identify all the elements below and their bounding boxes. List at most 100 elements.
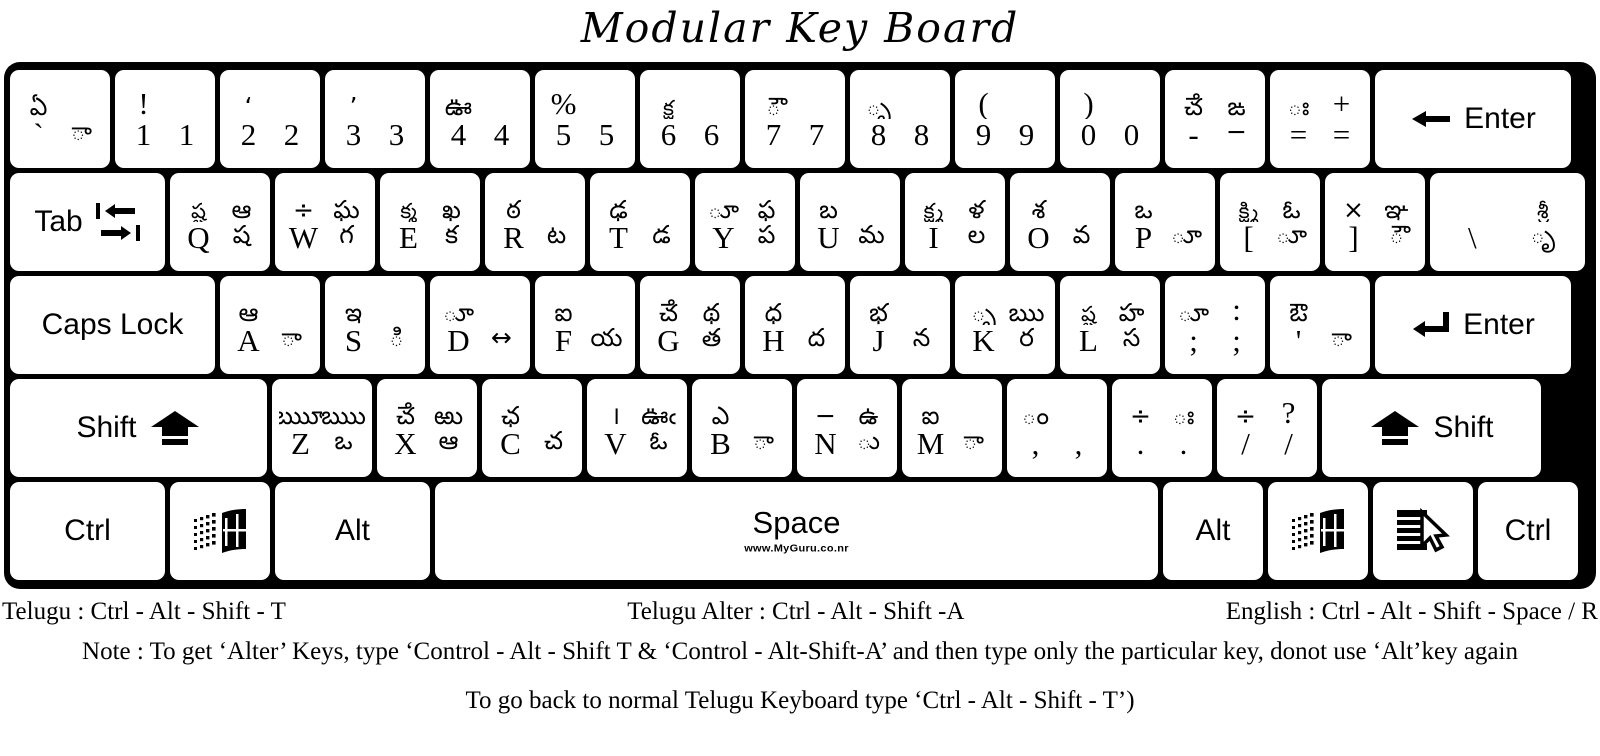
- key-backspace[interactable]: Enter: [1375, 70, 1571, 168]
- key-d-bl: D: [447, 325, 470, 358]
- key-y[interactable]: ూ ఫ Y ప: [695, 173, 795, 271]
- key-3-bl: 3: [345, 119, 362, 152]
- key-equals[interactable]: ః + = =: [1270, 70, 1370, 168]
- key-quote-bl: ': [1295, 325, 1302, 358]
- key-shift-right[interactable]: Shift: [1322, 379, 1541, 477]
- key-q-tr: ఆ: [231, 195, 252, 222]
- key-ctrl-right[interactable]: Ctrl: [1478, 482, 1578, 580]
- key-space[interactable]: Space www.MyGuru.co.nr: [435, 482, 1158, 580]
- key-a-bl: A: [237, 325, 260, 358]
- key-minus[interactable]: ౘ ఙ - −: [1165, 70, 1265, 168]
- key-p[interactable]: ఒ Pూ: [1115, 173, 1215, 271]
- key-n-tr: ఉ: [858, 401, 879, 428]
- key-enter[interactable]: Enter: [1375, 276, 1571, 374]
- key-c[interactable]: ఛCచ: [482, 379, 582, 477]
- key-comma[interactable]: ం,,: [1007, 379, 1107, 477]
- key-d-tl: ూ: [442, 298, 475, 325]
- shift-row: Shift ఋూ ఋు Z ఒ ౘ ఱు X ఆ ఛ C చ । ఊఁ V ఓ ఎ Bా − ఉ Nు ఐ Mాం,, ÷ః.…: [10, 379, 1590, 477]
- key-c-bl: C: [500, 428, 521, 461]
- key-9[interactable]: (9 9: [955, 70, 1055, 168]
- key-v[interactable]: । ఊఁ V ఓ: [587, 379, 687, 477]
- key-period[interactable]: ÷ః..: [1112, 379, 1212, 477]
- key-o[interactable]: శOవ: [1010, 173, 1110, 271]
- key-windows-right[interactable]: [1268, 482, 1368, 580]
- key-x[interactable]: ౘ ఱు X ఆ: [377, 379, 477, 477]
- key-tab[interactable]: Tab: [10, 173, 165, 271]
- key-m-tr: [952, 382, 995, 428]
- key-i[interactable]: క్ష్మ ళ I ల: [905, 173, 1005, 271]
- key-a[interactable]: ఆ Aా: [220, 276, 320, 374]
- key-3-br: 3: [388, 119, 405, 152]
- key-b[interactable]: ఎ Bా: [692, 379, 792, 477]
- key-1[interactable]: ! 1 1: [115, 70, 215, 168]
- shift-icon: [149, 409, 201, 447]
- key-e[interactable]: క్మ ఖ E క: [380, 173, 480, 271]
- key-shift-left[interactable]: Shift: [10, 379, 267, 477]
- key-windows-left[interactable]: [170, 482, 270, 580]
- key-bracket-right[interactable]: × ఞ]ౌ: [1325, 173, 1425, 271]
- key-w[interactable]: ÷ ఘ W గ: [275, 173, 375, 271]
- key-caps-lock[interactable]: Caps Lock: [10, 276, 215, 374]
- key-7[interactable]: ౌ 7 7: [745, 70, 845, 168]
- key-l[interactable]: ష్ట హ L స: [1060, 276, 1160, 374]
- windows-icon: [1290, 507, 1346, 555]
- key-minus-tl: ౘ: [1183, 92, 1203, 119]
- key-t[interactable]: ఢTడ: [590, 173, 690, 271]
- windows-icon: [192, 507, 248, 555]
- key-quote[interactable]: ఔ 'ా: [1270, 276, 1370, 374]
- key-4[interactable]: ఊ44: [430, 70, 530, 168]
- key-period-tr: ః: [1172, 401, 1195, 428]
- key-2[interactable]: ‘2 2: [220, 70, 320, 168]
- key-bracket-left[interactable]: క్ష్మి ఓ [ూ: [1220, 173, 1320, 271]
- key-h[interactable]: ధHద: [745, 276, 845, 374]
- key-semicolon[interactable]: ూ:;;: [1165, 276, 1265, 374]
- key-z-br: ఒ: [334, 428, 353, 455]
- key-z[interactable]: ఋూ ఋు Z ఒ: [272, 379, 372, 477]
- key-minus-bl: -: [1188, 119, 1199, 152]
- key-ctrl-left[interactable]: Ctrl: [10, 482, 165, 580]
- footer-note: Note : To get ‘Alter’ Keys, type ‘Contro…: [82, 638, 1518, 665]
- key-menu[interactable]: [1373, 482, 1473, 580]
- key-slash[interactable]: ÷? / /: [1217, 379, 1317, 477]
- key-o-tl: శ: [1031, 195, 1046, 222]
- key-semicolon-br: ;: [1232, 325, 1241, 358]
- key-u[interactable]: బUమ: [800, 173, 900, 271]
- key-q[interactable]: ష్ట ఆ Q ష: [170, 173, 270, 271]
- key-f[interactable]: ఐFయ: [535, 276, 635, 374]
- key-n-br: ు: [856, 428, 881, 455]
- key-x-bl: X: [394, 428, 417, 461]
- key-s[interactable]: ఇ Sి: [325, 276, 425, 374]
- key-5[interactable]: % 5 5: [535, 70, 635, 168]
- key-alt-left[interactable]: Alt: [275, 482, 430, 580]
- watermark: www.MyGuru.co.nr: [744, 543, 849, 555]
- key-g[interactable]: ౘథGత: [640, 276, 740, 374]
- key-d[interactable]: ూ D ↔: [430, 276, 530, 374]
- key-r[interactable]: ఠRట: [485, 173, 585, 271]
- key-quote-tl: ఔ: [1289, 298, 1308, 325]
- key-k[interactable]: ృ ఋ K ర: [955, 276, 1055, 374]
- key-backslash[interactable]: శ్రీ \ృ: [1430, 173, 1585, 271]
- footer-shortcut-english: English : Ctrl - Alt - Shift - Space / R: [1225, 598, 1598, 625]
- number-row: ఏ `ా! 1 1 ‘2 2’ 3 3 ఊ 4 4% 5 5 క్ష 6 6ౌ 7 7ృ 8 8(9 9) 0 0 ౘ ఙ - −ః…: [10, 70, 1590, 168]
- key-6[interactable]: క్ష 6 6: [640, 70, 740, 168]
- key-bracket-right-tr: ఞ: [1384, 195, 1409, 222]
- key-8[interactable]: ృ 8 8: [850, 70, 950, 168]
- key-3[interactable]: ’ 3 3: [325, 70, 425, 168]
- key-n-tl: −: [815, 401, 836, 428]
- key-backslash-br: ృ: [1530, 222, 1555, 249]
- key-0[interactable]: ) 0 0: [1060, 70, 1160, 168]
- key-alt-right[interactable]: Alt: [1163, 482, 1263, 580]
- key-v-tl: ।: [610, 401, 621, 428]
- key-backtick-bl: `: [33, 119, 44, 152]
- key-semicolon-bl: ;: [1189, 325, 1198, 358]
- key-equals-br: =: [1332, 119, 1351, 152]
- key-f-br: య: [590, 325, 623, 352]
- key-backtick[interactable]: ఏ `ా: [10, 70, 110, 168]
- key-m[interactable]: ఐ Mా: [902, 379, 1002, 477]
- key-f-bl: F: [554, 325, 573, 358]
- bottom-row: Ctrl Alt Space www.MyGuru.co.nr Alt Ctrl: [10, 482, 1590, 580]
- key-n[interactable]: − ఉ Nు: [797, 379, 897, 477]
- key-j[interactable]: భJన: [850, 276, 950, 374]
- key-g-bl: G: [657, 325, 680, 358]
- key-w-br: గ: [339, 222, 354, 249]
